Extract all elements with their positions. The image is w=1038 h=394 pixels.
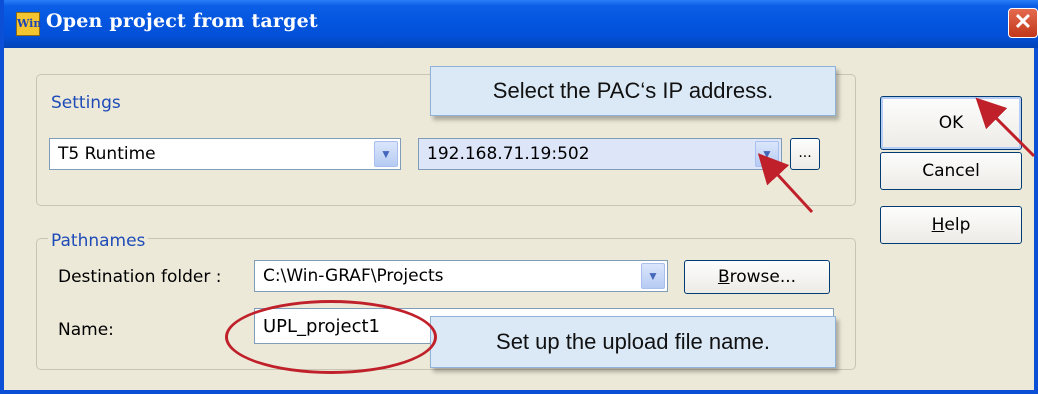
arrow-to-ok-button: [975, 97, 1036, 158]
annotation-arrows: [757, 97, 1036, 214]
arrow-to-address-dropdown: [757, 153, 814, 214]
dialog-window: Win Open project from target ✕ Settings …: [0, 0, 1038, 394]
